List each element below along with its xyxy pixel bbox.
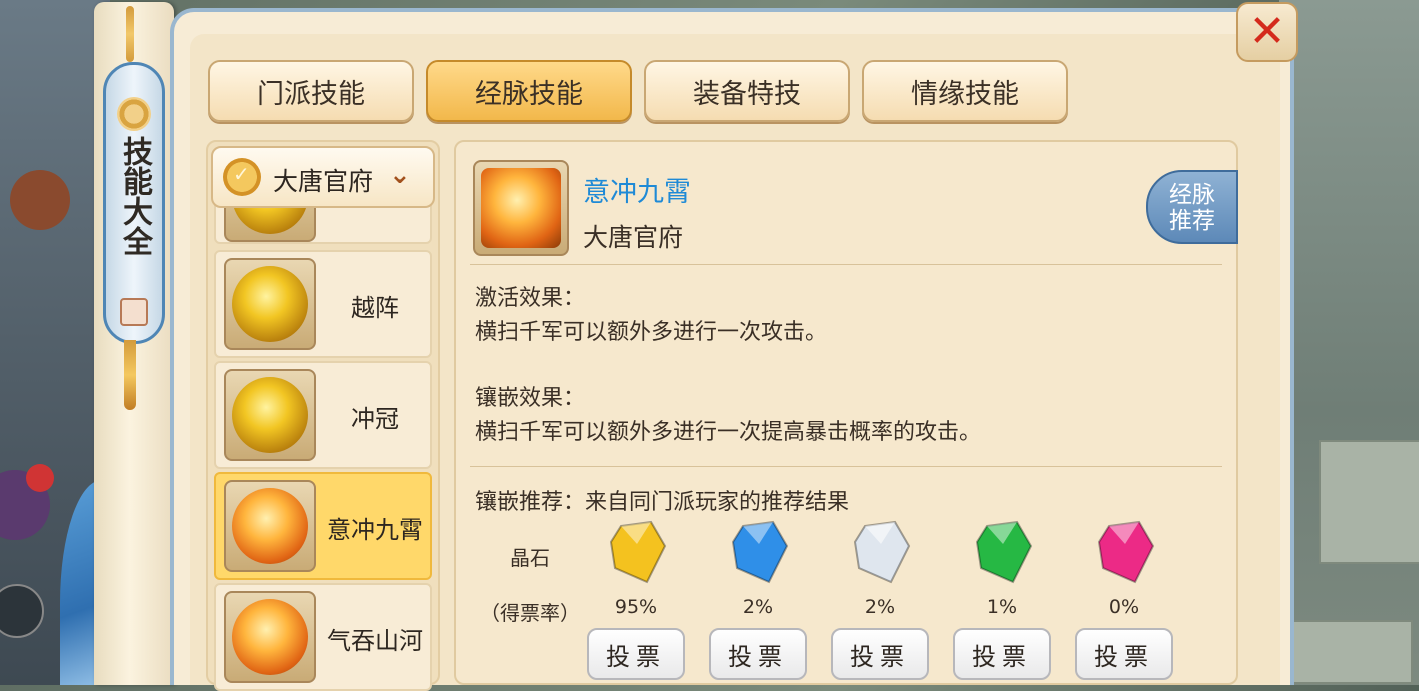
scene-stone: [1319, 440, 1419, 564]
skill-icon-frame: [224, 480, 316, 572]
slash-flame-icon: [481, 168, 561, 248]
divider: [470, 466, 1222, 467]
activate-effect-text: 横扫千军可以额外多进行一次攻击。: [475, 320, 828, 345]
vote-rate: 1%: [986, 596, 1018, 618]
divider: [470, 264, 1222, 265]
vote-rate: 0%: [1108, 596, 1140, 618]
vote-button[interactable]: 投票: [953, 628, 1051, 680]
skill-icon-frame: [224, 591, 316, 683]
window-title: 技能大全: [117, 136, 152, 256]
rate-row-label: （得票率）: [480, 601, 580, 625]
gem-row-label: 晶石: [510, 546, 550, 570]
tab-label: 情缘技能: [911, 78, 1019, 110]
inlay-recommend-title: 镶嵌推荐：来自同门派玩家的推荐结果: [475, 490, 850, 515]
vote-label: 投票: [728, 642, 788, 671]
tab-label: 装备特技: [693, 78, 801, 110]
chevron-down-icon: ⌄: [389, 160, 411, 190]
vote-label: 投票: [1094, 642, 1154, 671]
tab-label: 门派技能: [257, 78, 365, 110]
shield-crack-icon: [232, 266, 308, 342]
skill-icon-frame: [224, 369, 316, 461]
tab-label: 经脉技能: [475, 78, 583, 110]
inlay-effect-title: 镶嵌效果：: [475, 386, 586, 411]
seal-icon: [120, 298, 148, 326]
school-dropdown-value: 大唐官府: [273, 167, 374, 196]
vote-button[interactable]: 投票: [831, 628, 929, 680]
tab-equipment-skills[interactable]: 装备特技: [644, 60, 850, 122]
tab-school-skills[interactable]: 门派技能: [208, 60, 414, 122]
pink-crystal-icon: [1095, 520, 1157, 586]
vote-rate: 2%: [742, 596, 774, 618]
vote-button[interactable]: 投票: [709, 628, 807, 680]
scene-stone: [1289, 620, 1413, 684]
green-crystal-icon: [973, 520, 1035, 586]
tab-meridian-skills[interactable]: 经脉技能: [426, 60, 632, 122]
chat-bubble-icon[interactable]: [0, 584, 44, 638]
coin-emblem-icon: [117, 97, 151, 131]
skill-name: 气吞山河: [327, 627, 423, 655]
game-scene-right: [1279, 0, 1419, 685]
white-crystal-icon: [851, 520, 913, 586]
close-icon: ✕: [1248, 6, 1286, 57]
activate-effect-title: 激活效果：: [475, 286, 586, 311]
skill-title: 意冲九霄: [583, 177, 691, 208]
recommend-label: 经脉推荐: [1169, 182, 1215, 234]
detail-icon-frame: [473, 160, 569, 256]
scroll-tassel-top: [126, 6, 134, 62]
vote-button[interactable]: 投票: [587, 628, 685, 680]
warrior-face-icon: [232, 377, 308, 453]
meridian-recommend-button[interactable]: 经脉推荐: [1146, 170, 1238, 244]
school-dropdown[interactable]: 大唐官府 ⌄: [211, 146, 435, 208]
vote-label: 投票: [850, 642, 910, 671]
list-item-skill[interactable]: 越阵: [214, 250, 432, 358]
slash-flame-icon: [232, 488, 308, 564]
skill-name: 意冲九霄: [327, 516, 423, 544]
list-item-skill-selected[interactable]: 意冲九霄: [214, 472, 432, 580]
inlay-effect-text: 横扫千军可以额外多进行一次提高暴击概率的攻击。: [475, 420, 982, 445]
vote-rate: 95%: [614, 596, 658, 618]
list-item-skill[interactable]: 气吞山河: [214, 583, 432, 691]
notification-dot: [26, 464, 54, 492]
close-button[interactable]: ✕: [1236, 2, 1298, 62]
pillar-flame-icon: [232, 599, 308, 675]
list-item-skill[interactable]: 冲冠: [214, 361, 432, 469]
skill-icon-frame: [224, 258, 316, 350]
blue-crystal-icon: [729, 520, 791, 586]
skill-school: 大唐官府: [583, 223, 684, 252]
vote-button[interactable]: 投票: [1075, 628, 1173, 680]
vote-rate: 2%: [864, 596, 896, 618]
scene-object: [10, 170, 70, 230]
yellow-crystal-icon: [607, 520, 669, 586]
scroll-tassel-bottom: [124, 340, 136, 410]
skill-name: 冲冠: [351, 405, 399, 433]
vote-label: 投票: [606, 642, 666, 671]
school-emblem-icon: [223, 158, 261, 196]
tab-bond-skills[interactable]: 情缘技能: [862, 60, 1068, 122]
vote-label: 投票: [972, 642, 1032, 671]
skill-name: 越阵: [351, 294, 399, 322]
